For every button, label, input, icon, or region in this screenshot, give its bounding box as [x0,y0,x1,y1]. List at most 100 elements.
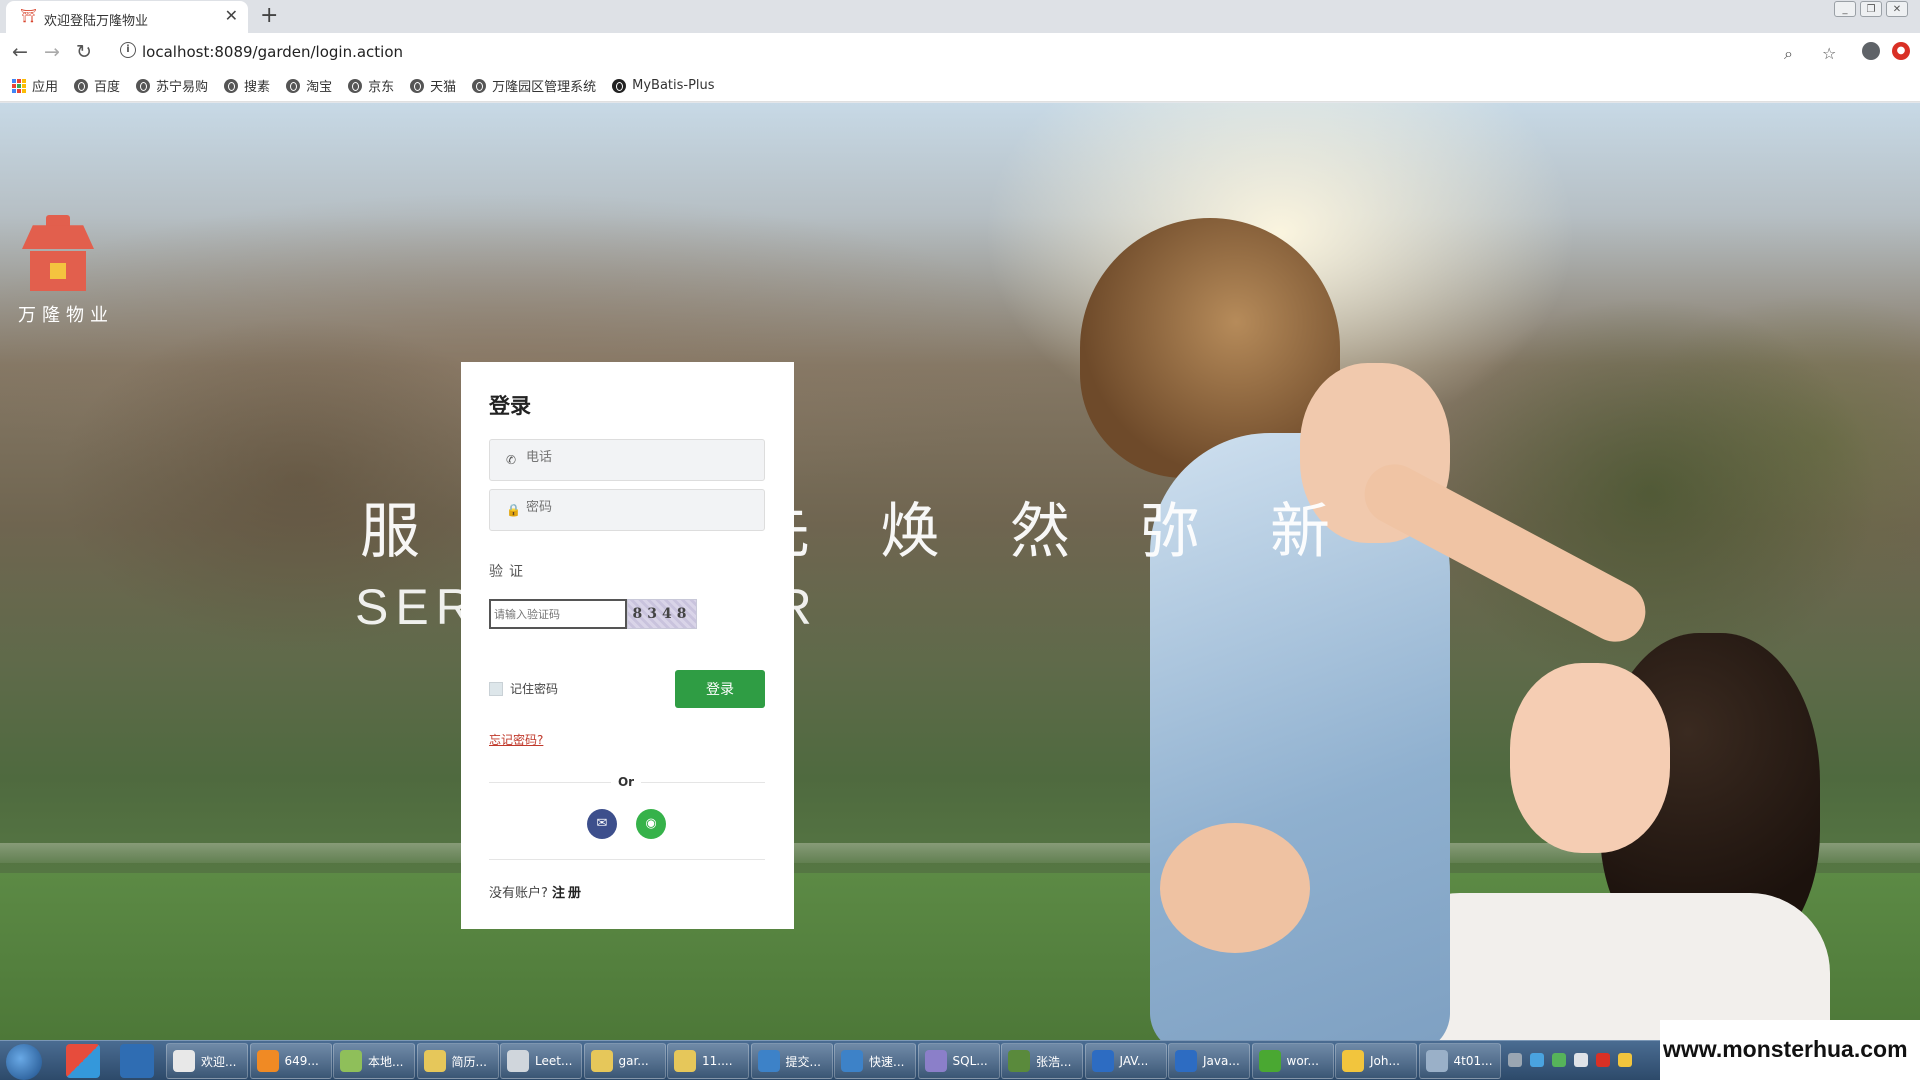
browser-toolbar: ← → ↻ i localhost:8089/garden/login.acti… [0,33,1920,70]
taskbar-app-icon [173,1050,195,1072]
password-field[interactable]: 🔒 [489,489,765,531]
taskbar-app-icon [340,1050,362,1072]
taskbar-item[interactable]: JAV... [1084,1043,1167,1079]
forgot-password-link[interactable]: 忘记密码? [489,731,543,748]
taskbar-item-label: 张浩... [1036,1054,1072,1069]
password-input[interactable] [526,500,746,515]
captcha-image[interactable]: 8348 [627,599,697,629]
taskbar-item[interactable]: Joh... [1335,1043,1417,1079]
bookmark-taobao[interactable]: 淘宝 [286,76,332,95]
or-separator: Or [611,772,641,792]
bookmark-suning[interactable]: 苏宁易购 [136,76,208,95]
tray-power-icon[interactable] [1618,1053,1632,1067]
forward-arrow-icon[interactable]: → [44,41,60,63]
bookmark-star-icon[interactable]: ☆ [1822,44,1836,63]
taskbar-item[interactable]: 简历... [416,1043,499,1079]
site-info-icon[interactable]: i [120,42,136,58]
taskbar-item-label: gar... [618,1054,649,1068]
browser-tab-strip: ⛩ 欢迎登陆万隆物业 ✕ + _ ❐ ✕ [0,0,1920,33]
start-button-icon[interactable] [6,1044,42,1080]
remember-label: 记住密码 [510,682,559,696]
bookmark-mybatis[interactable]: MyBatis-Plus [612,78,715,93]
address-url[interactable]: localhost:8089/garden/login.action [142,43,403,61]
taskbar-item[interactable]: 本地... [333,1043,415,1079]
reload-icon[interactable]: ↻ [76,41,92,63]
taskbar-item[interactable]: 11.... [667,1043,749,1079]
lock-icon: 🔒 [506,503,521,517]
bookmark-label: 天猫 [430,80,457,95]
page-background: 服务领先焕然弥新 SERVE BETTER 万隆物业 登录 ✆ 🔒 验证 834… [0,103,1920,1040]
tray-monitor-icon[interactable] [1574,1053,1588,1067]
phone-field[interactable]: ✆ [489,439,765,481]
taskbar-item-label: 本地... [368,1054,404,1069]
globe-icon [472,78,487,93]
apps-grid-icon [12,78,26,93]
remember-password[interactable]: 记住密码 [489,680,558,697]
taskbar-item[interactable]: Java... [1168,1043,1250,1079]
taskbar-app-icon [841,1050,863,1072]
bookmark-apps[interactable]: 应用 [12,76,58,95]
system-tray [1508,1053,1632,1067]
profile-avatar-icon[interactable] [1862,42,1880,60]
taskbar-item[interactable]: 4t01... [1418,1043,1501,1079]
tray-app-icon[interactable] [1552,1053,1566,1067]
phone-input[interactable] [526,450,746,465]
bookmark-wanlong[interactable]: 万隆园区管理系统 [472,76,596,95]
taskbar-app-icon [256,1050,279,1072]
globe-icon [410,78,425,93]
login-title: 登录 [489,394,531,418]
tray-network-icon[interactable] [1530,1053,1544,1067]
login-button[interactable]: 登录 [675,670,765,708]
brand-name: 万隆物业 [18,305,114,326]
signup-prompt: 没有账户? 注册 [489,882,584,901]
bookmark-label: MyBatis-Plus [632,78,715,93]
taskbar-item[interactable]: wor... [1251,1043,1334,1079]
remember-checkbox[interactable] [489,681,503,696]
back-arrow-icon[interactable]: ← [12,41,28,63]
signup-link[interactable]: 注册 [552,886,584,901]
close-window-icon[interactable]: ✕ [1886,1,1908,17]
tab-favicon-icon: ⛩ [20,9,37,24]
tab-title: 欢迎登陆万隆物业 [44,14,149,29]
taskbar-item[interactable]: SQL... [917,1043,1000,1079]
zoom-icon[interactable]: ⌕ [1784,44,1793,64]
globe-icon [136,78,151,93]
globe-icon [224,78,239,93]
pinned-app-icon[interactable] [66,1044,100,1078]
taskbar-item-label: 4t01... [1453,1054,1493,1068]
windows-taskbar: 欢迎... 649... 本地... 简历... Leet... gar... 11....… [0,1040,1920,1080]
bookmark-label: 苏宁易购 [156,80,209,95]
taskbar-item-label: wor... [1286,1054,1319,1068]
taskbar-item[interactable]: gar... [583,1043,666,1079]
taskbar-item[interactable]: 张浩... [1001,1043,1083,1079]
address-bar[interactable]: i localhost:8089/garden/login.action ⌕ ☆ [110,36,1836,66]
new-tab-button[interactable]: + [260,3,278,28]
tab-close-icon[interactable]: ✕ [225,6,238,25]
wechat-login-icon[interactable]: ◉ [636,809,666,839]
browser-tab[interactable]: ⛩ 欢迎登陆万隆物业 ✕ [6,1,248,33]
taskbar-item-label: JAV... [1119,1054,1149,1068]
taskbar-app-icon [1425,1050,1448,1072]
tray-keyboard-icon[interactable] [1508,1053,1522,1067]
email-login-icon[interactable]: ✉ [587,809,617,839]
tray-alert-icon[interactable] [1596,1053,1610,1067]
minimize-icon[interactable]: _ [1834,1,1856,17]
bookmark-baidu[interactable]: 百度 [74,76,120,95]
watermark-text: www.monsterhua.com [1660,1020,1920,1080]
taskbar-item[interactable]: Leet... [500,1043,582,1079]
bookmark-label: 万隆园区管理系统 [492,80,597,95]
extension-icon[interactable]: ● [1892,42,1910,60]
taskbar-item[interactable]: 快速... [834,1043,916,1079]
restore-icon[interactable]: ❐ [1860,1,1882,17]
captcha-input[interactable] [489,599,627,629]
taskbar-item-label: Joh... [1370,1054,1400,1068]
pinned-explorer-icon[interactable] [120,1044,154,1078]
bookmark-search[interactable]: 搜素 [224,76,270,95]
taskbar-item[interactable]: 欢迎... [166,1043,248,1079]
taskbar-item-label: 欢迎... [201,1054,237,1069]
bookmark-jd[interactable]: 京东 [348,76,394,95]
taskbar-item[interactable]: 649... [249,1043,332,1079]
hero-photo-woman-face [1510,663,1670,853]
bookmark-tmall[interactable]: 天猫 [410,76,456,95]
taskbar-item[interactable]: 提交... [750,1043,833,1079]
